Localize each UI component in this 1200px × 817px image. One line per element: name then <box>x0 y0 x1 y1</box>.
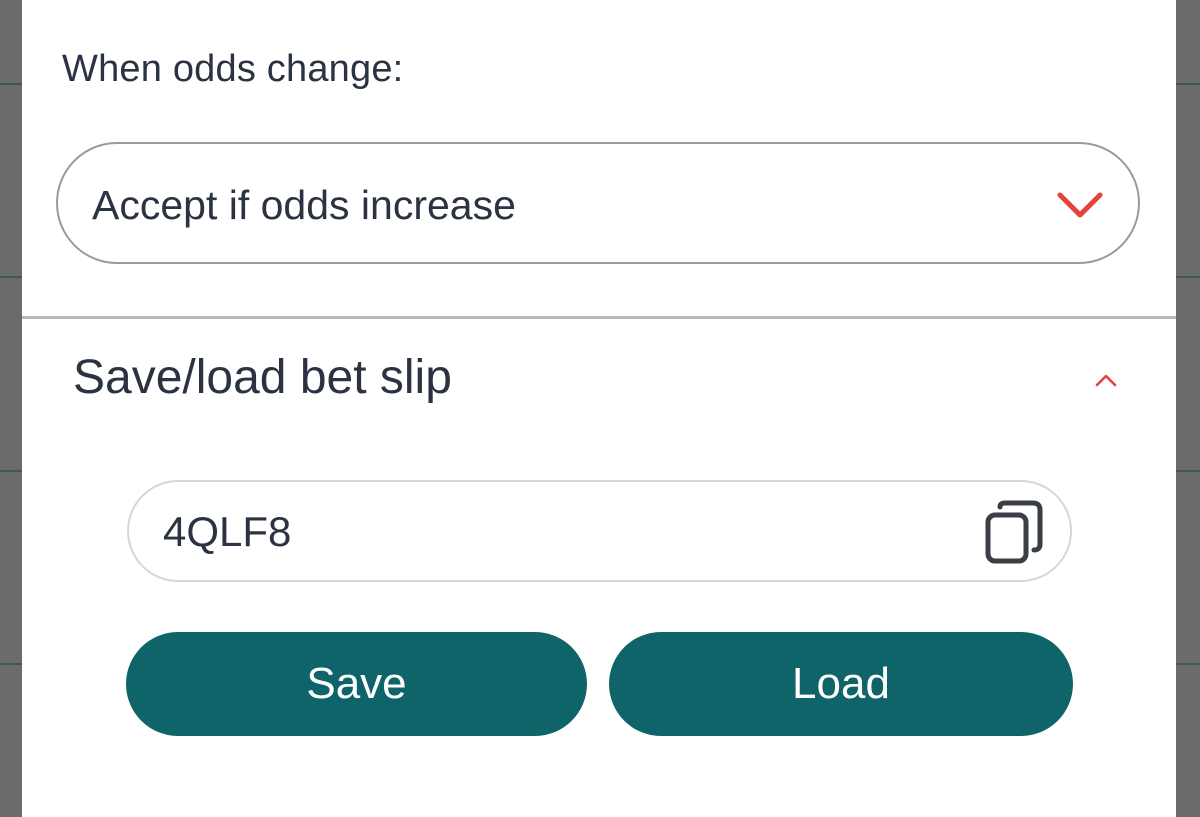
bet-settings-panel: When odds change: Accept if odds increas… <box>22 0 1176 817</box>
chevron-down-icon <box>1057 192 1103 218</box>
bet-slip-section-title[interactable]: Save/load bet slip <box>73 350 452 405</box>
background-line <box>1176 276 1200 278</box>
load-button[interactable]: Load <box>609 632 1073 736</box>
odds-change-selected-value: Accept if odds increase <box>92 182 516 228</box>
odds-change-label: When odds change: <box>62 48 404 90</box>
background-line <box>1176 663 1200 665</box>
background-line <box>0 663 22 665</box>
odds-change-select[interactable]: Accept if odds increase <box>56 142 1140 264</box>
bet-slip-code-field[interactable]: 4QLF8 <box>127 480 1072 582</box>
copy-icon[interactable] <box>985 500 1043 564</box>
bet-slip-code-value: 4QLF8 <box>163 508 292 555</box>
save-button[interactable]: Save <box>126 632 587 736</box>
background-line <box>1176 83 1200 85</box>
background-line <box>1176 470 1200 472</box>
background-line <box>0 83 22 85</box>
section-divider <box>22 316 1176 319</box>
background-line <box>0 276 22 278</box>
background-line <box>0 470 22 472</box>
chevron-up-icon[interactable] <box>1094 372 1118 388</box>
